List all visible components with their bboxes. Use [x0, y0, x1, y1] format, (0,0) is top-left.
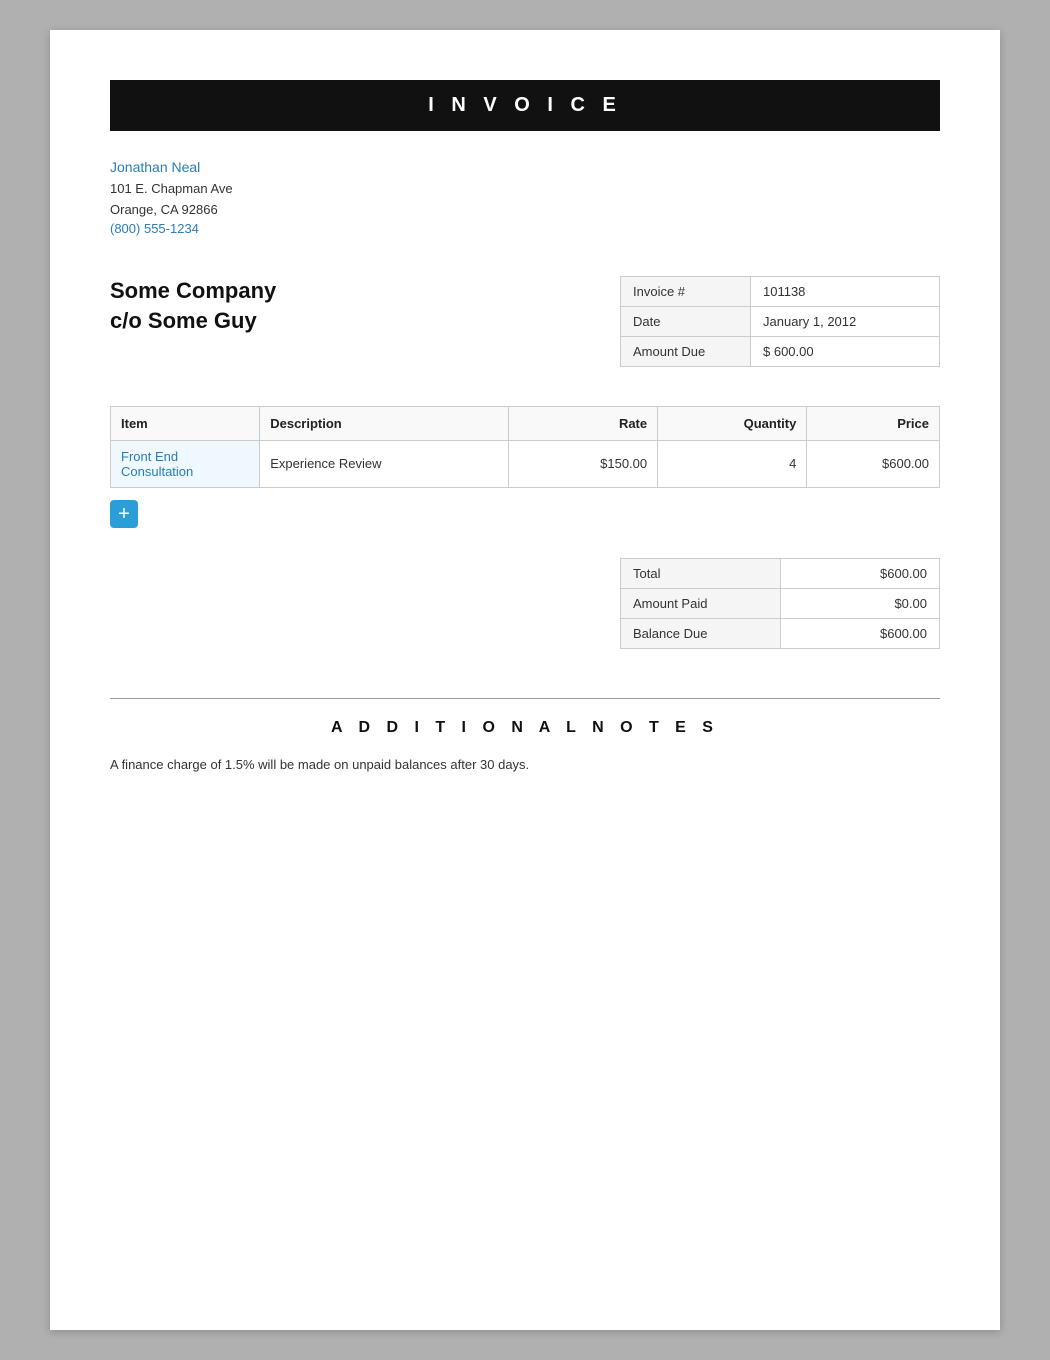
- invoice-title: I N V O I C E: [110, 80, 940, 131]
- col-header-description: Description: [260, 406, 509, 440]
- sender-name: Jonathan Neal: [110, 159, 940, 175]
- sender-address-line2: Orange, CA 92866: [110, 200, 940, 221]
- cell-description: Experience Review: [260, 440, 509, 487]
- balance-due-value: $600.00: [781, 619, 939, 648]
- sender-phone: (800) 555-1234: [110, 221, 940, 236]
- bill-to-contact: c/o Some Guy: [110, 306, 276, 337]
- col-header-price: Price: [807, 406, 940, 440]
- invoice-page: I N V O I C E Jonathan Neal 101 E. Chapm…: [50, 30, 1000, 1330]
- billing-section: Some Company c/o Some Guy Invoice # 1011…: [110, 276, 940, 366]
- cell-item: Front End Consultation: [111, 440, 260, 487]
- table-row: Front End Consultation Experience Review…: [111, 440, 940, 487]
- cell-quantity: 4: [658, 440, 807, 487]
- bill-to-company: Some Company: [110, 276, 276, 307]
- cell-price: $600.00: [807, 440, 940, 487]
- amount-due-value: $ 600.00: [751, 337, 939, 366]
- meta-row-amount-due: Amount Due $ 600.00: [620, 336, 940, 367]
- total-label: Total: [621, 559, 781, 588]
- totals-section: Total $600.00 Amount Paid $0.00 Balance …: [110, 558, 940, 648]
- bill-to: Some Company c/o Some Guy: [110, 276, 276, 338]
- date-value: January 1, 2012: [751, 307, 939, 336]
- col-header-rate: Rate: [508, 406, 657, 440]
- date-label: Date: [621, 307, 751, 336]
- balance-due-row: Balance Due $600.00: [620, 618, 940, 649]
- notes-header: A D D I T I O N A L N O T E S: [110, 719, 940, 737]
- amount-due-label: Amount Due: [621, 337, 751, 366]
- totals-table: Total $600.00 Amount Paid $0.00 Balance …: [620, 558, 940, 648]
- balance-due-label: Balance Due: [621, 619, 781, 648]
- total-value: $600.00: [781, 559, 939, 588]
- invoice-number-value: 101138: [751, 277, 939, 306]
- invoice-meta: Invoice # 101138 Date January 1, 2012 Am…: [620, 276, 940, 366]
- amount-paid-row: Amount Paid $0.00: [620, 588, 940, 619]
- add-row-button[interactable]: +: [110, 500, 138, 528]
- invoice-number-label: Invoice #: [621, 277, 751, 306]
- cell-rate: $150.00: [508, 440, 657, 487]
- sender-info: Jonathan Neal 101 E. Chapman Ave Orange,…: [110, 159, 940, 236]
- sender-address-line1: 101 E. Chapman Ave: [110, 179, 940, 200]
- meta-row-invoice: Invoice # 101138: [620, 276, 940, 307]
- amount-paid-label: Amount Paid: [621, 589, 781, 618]
- table-header-row: Item Description Rate Quantity Price: [111, 406, 940, 440]
- items-table: Item Description Rate Quantity Price Fro…: [110, 406, 940, 488]
- notes-body: A finance charge of 1.5% will be made on…: [110, 755, 940, 776]
- amount-paid-value: $0.00: [781, 589, 939, 618]
- meta-row-date: Date January 1, 2012: [620, 306, 940, 337]
- notes-section: A D D I T I O N A L N O T E S A finance …: [110, 698, 940, 776]
- col-header-quantity: Quantity: [658, 406, 807, 440]
- total-row: Total $600.00: [620, 558, 940, 589]
- col-header-item: Item: [111, 406, 260, 440]
